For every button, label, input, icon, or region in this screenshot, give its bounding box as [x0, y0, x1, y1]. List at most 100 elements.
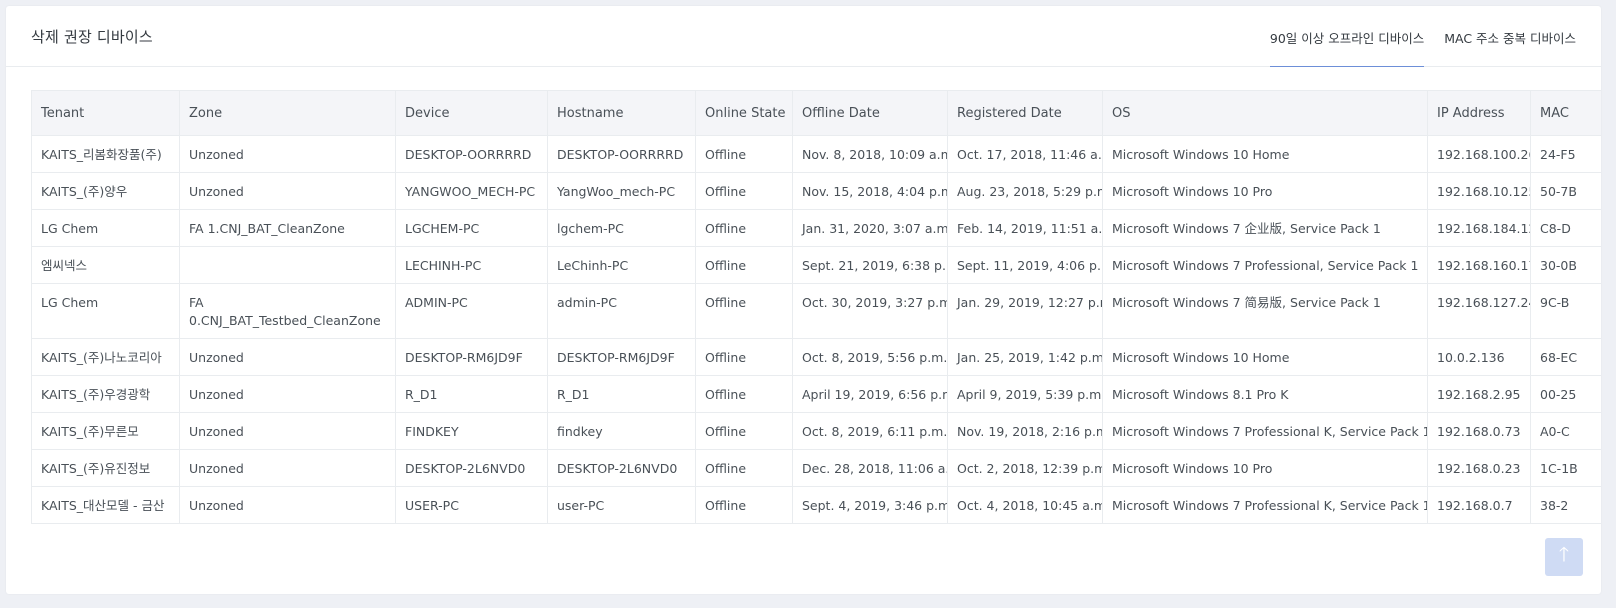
cell-registered-date: Oct. 4, 2018, 10:45 a.m.	[947, 486, 1103, 524]
cell-hostname: YangWoo_mech-PC	[547, 172, 696, 210]
cell-ip-address: 10.0.2.136	[1427, 338, 1531, 376]
cell-os: Microsoft Windows 7 简易版, Service Pack 1	[1102, 283, 1428, 339]
cell-hostname: admin-PC	[547, 283, 696, 339]
cell-ip-address: 192.168.10.125	[1427, 172, 1531, 210]
cell-hostname: user-PC	[547, 486, 696, 524]
column-header-os[interactable]: OS	[1102, 90, 1428, 136]
cell-offline-date: April 19, 2019, 6:56 p.m.	[792, 375, 948, 413]
cell-ip-address: 192.168.127.246	[1427, 283, 1531, 339]
cell-hostname: LeChinh-PC	[547, 246, 696, 284]
cell-os: Microsoft Windows 10 Home	[1102, 338, 1428, 376]
cell-tenant: KAITS_(주)유진정보	[31, 449, 180, 487]
cell-device: FINDKEY	[395, 412, 548, 450]
cell-registered-date: Oct. 2, 2018, 12:39 p.m.	[947, 449, 1103, 487]
cell-zone	[179, 246, 396, 284]
cell-os: Microsoft Windows 10 Pro	[1102, 449, 1428, 487]
cell-hostname: findkey	[547, 412, 696, 450]
cell-mac: 68-EC	[1530, 338, 1601, 376]
cell-zone: Unzoned	[179, 375, 396, 413]
cell-zone: FA 0.CNJ_BAT_Testbed_CleanZone	[179, 283, 396, 339]
cell-registered-date: Feb. 14, 2019, 11:51 a.m.	[947, 209, 1103, 247]
cell-tenant: 엠씨넥스	[31, 246, 180, 284]
tab-offline-90-days[interactable]: 90일 이상 오프라인 디바이스	[1269, 6, 1425, 67]
table-row[interactable]: LG Chem FA 1.CNJ_BAT_CleanZone LGCHEM-PC lg…	[31, 209, 1601, 247]
cell-mac: 24-F5	[1530, 135, 1601, 173]
cell-hostname: DESKTOP-OORRRRD	[547, 135, 696, 173]
cell-hostname: DESKTOP-2L6NVD0	[547, 449, 696, 487]
cell-zone: Unzoned	[179, 338, 396, 376]
cell-device: LGCHEM-PC	[395, 209, 548, 247]
cell-ip-address: 192.168.100.26	[1427, 135, 1531, 173]
table-row[interactable]: KAITS_(주)양우 Unzoned YANGWOO_MECH-PC YangWoo…	[31, 172, 1601, 210]
cell-ip-address: 192.168.184.124	[1427, 209, 1531, 247]
cell-hostname: lgchem-PC	[547, 209, 696, 247]
column-header-zone[interactable]: Zone	[179, 90, 396, 136]
cell-offline-date: Jan. 31, 2020, 3:07 a.m.	[792, 209, 948, 247]
cell-online-state: Offline	[695, 246, 793, 284]
cell-device: DESKTOP-2L6NVD0	[395, 449, 548, 487]
cell-device: ADMIN-PC	[395, 283, 548, 339]
cell-mac: 00-25	[1530, 375, 1601, 413]
cell-online-state: Offline	[695, 209, 793, 247]
devices-table-container[interactable]: Tenant Zone Device Hostname Online State…	[31, 90, 1601, 550]
column-header-online-state[interactable]: Online State	[695, 90, 793, 136]
cell-hostname: DESKTOP-RM6JD9F	[547, 338, 696, 376]
cell-offline-date: Oct. 8, 2019, 6:11 p.m.	[792, 412, 948, 450]
cell-tenant: KAITS_리봄화장품(주)	[31, 135, 180, 173]
cell-offline-date: Nov. 8, 2018, 10:09 a.m.	[792, 135, 948, 173]
cell-online-state: Offline	[695, 135, 793, 173]
cell-ip-address: 192.168.0.23	[1427, 449, 1531, 487]
cell-ip-address: 192.168.0.7	[1427, 486, 1531, 524]
cell-os: Microsoft Windows 7 Professional K, Serv…	[1102, 486, 1428, 524]
column-header-tenant[interactable]: Tenant	[31, 90, 180, 136]
cell-offline-date: Sept. 21, 2019, 6:38 p.m.	[792, 246, 948, 284]
cell-tenant: KAITS_(주)양우	[31, 172, 180, 210]
cell-registered-date: Sept. 11, 2019, 4:06 p.m.	[947, 246, 1103, 284]
table-body: KAITS_리봄화장품(주) Unzoned DESKTOP-OORRRRD DESK…	[31, 135, 1601, 524]
table-row[interactable]: 엠씨넥스 LECHINH-PC LeChinh-PC Offline Sept. 21,…	[31, 246, 1601, 284]
cell-tenant: KAITS_대산모델 - 금산	[31, 486, 180, 524]
cell-tenant: KAITS_(주)나노코리아	[31, 338, 180, 376]
table-row[interactable]: KAITS_리봄화장품(주) Unzoned DESKTOP-OORRRRD DESK…	[31, 135, 1601, 173]
cell-zone: Unzoned	[179, 486, 396, 524]
column-header-ip-address[interactable]: IP Address	[1427, 90, 1531, 136]
column-header-mac[interactable]: MAC	[1530, 90, 1601, 136]
cell-online-state: Offline	[695, 375, 793, 413]
cell-zone: Unzoned	[179, 135, 396, 173]
table-row[interactable]: KAITS_대산모델 - 금산 Unzoned USER-PC user-PC Offl…	[31, 486, 1601, 524]
cell-device: DESKTOP-OORRRRD	[395, 135, 548, 173]
column-header-offline-date[interactable]: Offline Date	[792, 90, 948, 136]
cell-os: Microsoft Windows 7 Professional, Servic…	[1102, 246, 1428, 284]
cell-device: USER-PC	[395, 486, 548, 524]
cell-ip-address: 192.168.160.170	[1427, 246, 1531, 284]
column-header-device[interactable]: Device	[395, 90, 548, 136]
cell-tenant: LG Chem	[31, 209, 180, 247]
cell-tenant: KAITS_(주)무른모	[31, 412, 180, 450]
cell-registered-date: April 9, 2019, 5:39 p.m.	[947, 375, 1103, 413]
cell-os: Microsoft Windows 8.1 Pro K	[1102, 375, 1428, 413]
tab-duplicate-mac[interactable]: MAC 주소 중복 디바이스	[1444, 6, 1576, 67]
column-header-registered-date[interactable]: Registered Date	[947, 90, 1103, 136]
scroll-to-top-button[interactable]: 🡑	[1545, 538, 1583, 576]
cell-zone: Unzoned	[179, 449, 396, 487]
table-row[interactable]: KAITS_(주)나노코리아 Unzoned DESKTOP-RM6JD9F DESK…	[31, 338, 1601, 376]
cell-online-state: Offline	[695, 449, 793, 487]
cell-ip-address: 192.168.2.95	[1427, 375, 1531, 413]
cell-registered-date: Oct. 17, 2018, 11:46 a.m.	[947, 135, 1103, 173]
cell-zone: Unzoned	[179, 172, 396, 210]
page-title: 삭제 권장 디바이스	[31, 28, 153, 46]
cell-ip-address: 192.168.0.73	[1427, 412, 1531, 450]
cell-online-state: Offline	[695, 172, 793, 210]
cell-mac: C8-D	[1530, 209, 1601, 247]
cell-mac: 38-2	[1530, 486, 1601, 524]
table-row[interactable]: LG Chem FA 0.CNJ_BAT_Testbed_CleanZone ADM…	[31, 283, 1601, 339]
table-row[interactable]: KAITS_(주)무른모 Unzoned FINDKEY findkey Offline…	[31, 412, 1601, 450]
column-header-hostname[interactable]: Hostname	[547, 90, 696, 136]
table-row[interactable]: KAITS_(주)우경광학 Unzoned R_D1 R_D1 Offline April…	[31, 375, 1601, 413]
cell-online-state: Offline	[695, 486, 793, 524]
cell-zone: FA 1.CNJ_BAT_CleanZone	[179, 209, 396, 247]
table-row[interactable]: KAITS_(주)유진정보 Unzoned DESKTOP-2L6NVD0 DESKT…	[31, 449, 1601, 487]
cell-hostname: R_D1	[547, 375, 696, 413]
cell-mac: 9C-B	[1530, 283, 1601, 339]
cell-offline-date: Sept. 4, 2019, 3:46 p.m.	[792, 486, 948, 524]
